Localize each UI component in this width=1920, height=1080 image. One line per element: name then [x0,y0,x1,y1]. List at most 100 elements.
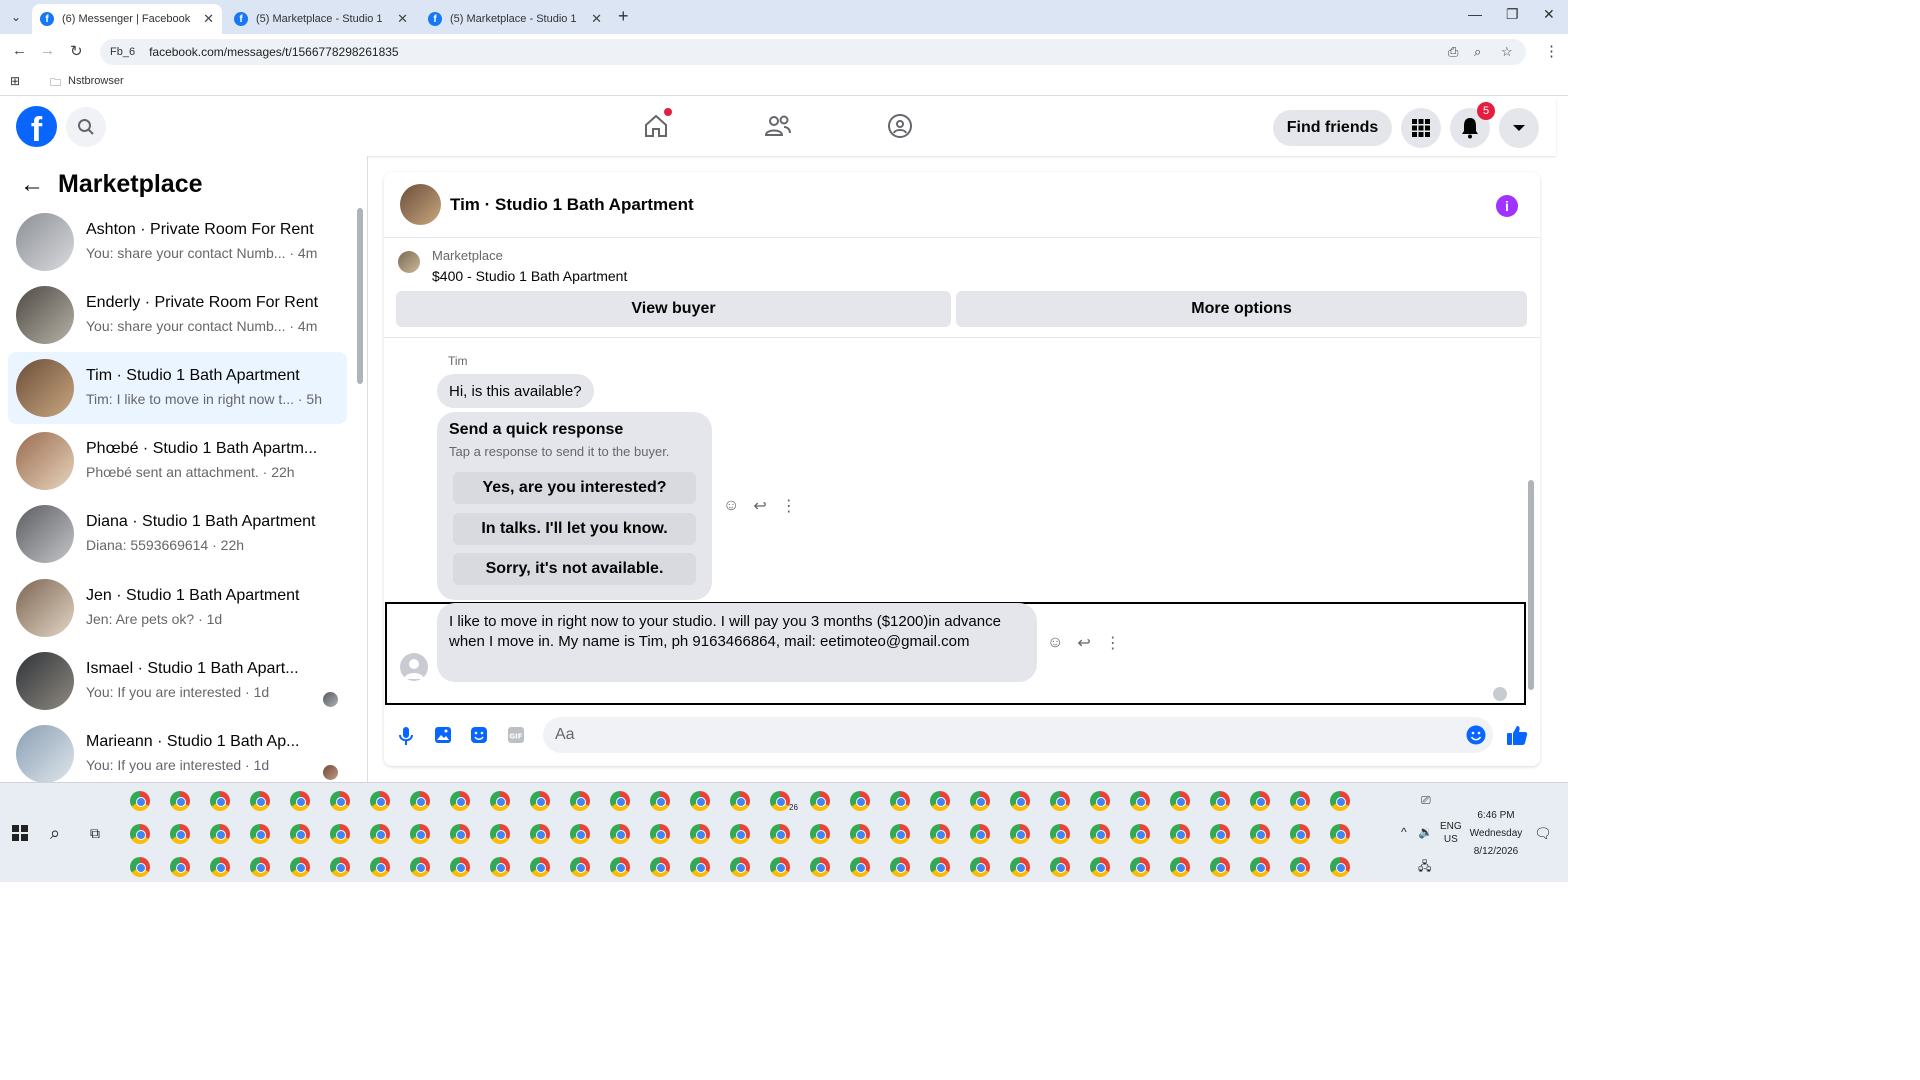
taskbar-app-icon[interactable] [1010,791,1030,811]
taskbar-app-icon[interactable] [970,824,990,844]
taskbar-app-icon[interactable] [1050,857,1070,877]
taskbar-app-icon[interactable] [650,791,670,811]
reply-icon[interactable]: ↩ [753,496,766,516]
taskbar-app-icon[interactable] [690,824,710,844]
react-icon[interactable]: ☺ [723,497,739,515]
taskbar-app-icon[interactable] [1050,791,1070,811]
taskbar-app-icon[interactable] [1170,824,1190,844]
chat-avatar[interactable] [400,184,441,225]
taskbar-app-icon[interactable] [1010,824,1030,844]
conversation-item-tim[interactable]: Tim · Studio 1 Bath Apartment Tim: I lik… [8,352,347,424]
taskbar-app-icon[interactable] [1290,791,1310,811]
conversation-item-marieann[interactable]: Marieann · Studio 1 Bath Ap... You: If y… [8,718,347,790]
taskbar-app-icon[interactable] [370,824,390,844]
taskbar-app-icon[interactable] [970,857,990,877]
taskbar-app-icon[interactable] [1170,857,1190,877]
taskbar-app-icon[interactable] [210,824,230,844]
reload-icon[interactable]: ↻ [70,42,83,60]
restore-button[interactable]: ❐ [1506,6,1519,23]
taskbar-app-icon[interactable] [1090,791,1110,811]
apps-grid-icon[interactable]: ⊞ [10,74,20,88]
close-tab-icon[interactable]: ✕ [591,11,602,27]
taskbar-app-icon[interactable] [730,857,750,877]
react-icon[interactable]: ☺ [1047,634,1063,652]
taskbar-app-icon[interactable] [210,791,230,811]
chat-scrollbar[interactable] [1528,480,1534,690]
taskbar-app-icon[interactable] [570,824,590,844]
message-bubble[interactable]: Hi, is this available? [437,374,594,408]
taskbar-app-icon[interactable] [530,824,550,844]
taskbar-app-icon[interactable] [1210,791,1230,811]
menu-icon[interactable]: ⋮ [1544,42,1559,60]
taskbar-app-icon[interactable] [1290,824,1310,844]
bookmark-nstbrowser[interactable]: Nstbrowser [68,75,124,87]
taskbar-app-icon[interactable] [890,857,910,877]
taskbar-app-icon[interactable] [530,791,550,811]
conversation-item-jen[interactable]: Jen · Studio 1 Bath Apartment Jen: Are p… [8,572,347,644]
conversation-item-enderly[interactable]: Enderly · Private Room For Rent You: sha… [8,279,347,351]
taskbar-app-icon[interactable] [890,791,910,811]
taskbar-app-icon[interactable] [250,791,270,811]
notification-center-icon[interactable]: 🗨 [1534,825,1552,842]
taskbar-app-icon[interactable] [930,791,950,811]
forward-icon[interactable]: → [40,42,55,59]
taskbar-app-icon[interactable] [130,791,150,811]
taskbar-app-icon[interactable] [1130,824,1150,844]
photo-icon[interactable] [434,726,452,744]
taskbar-app-icon[interactable] [690,857,710,877]
taskbar-app-icon[interactable] [330,857,350,877]
system-clock[interactable]: 6:46 PM Wednesday 8/12/2026 [1468,807,1524,861]
taskbar-app-icon[interactable] [170,857,190,877]
task-view-icon[interactable]: ⧉ [90,825,100,842]
taskbar-app-icon[interactable] [490,791,510,811]
back-icon[interactable]: ← [12,42,27,59]
taskbar-app-icon[interactable] [1210,857,1230,877]
search-icon[interactable] [66,107,106,147]
taskbar-app-icon[interactable] [1090,857,1110,877]
taskbar-app-icon[interactable] [130,857,150,877]
conversation-item-ashton[interactable]: Ashton · Private Room For Rent You: shar… [8,206,347,278]
taskbar-app-icon[interactable] [410,824,430,844]
close-tab-icon[interactable]: ✕ [397,11,408,27]
taskbar-app-icon[interactable] [330,791,350,811]
taskbar-app-icon[interactable] [170,824,190,844]
taskbar-app-icon[interactable] [450,857,470,877]
taskbar-app-icon[interactable] [850,791,870,811]
taskbar-app-icon[interactable] [650,857,670,877]
taskbar-app-icon[interactable] [810,791,830,811]
install-icon[interactable]: ⎙ [1448,44,1458,60]
taskbar-app-icon[interactable] [850,857,870,877]
taskbar-app-icon[interactable] [970,791,990,811]
close-tab-icon[interactable]: ✕ [203,11,214,27]
taskbar-app-icon[interactable] [410,791,430,811]
taskbar-app-icon[interactable] [1010,857,1030,877]
taskbar-app-icon[interactable] [1130,791,1150,811]
taskbar-app-icon[interactable] [1330,857,1350,877]
url-text[interactable]: facebook.com/messages/t/1566778298261835 [149,45,399,59]
taskbar-app-icon[interactable] [810,857,830,877]
meet-now-icon[interactable]: ⎚ [1421,793,1431,808]
emoji-icon[interactable] [1466,725,1486,745]
taskbar-app-icon[interactable] [490,824,510,844]
taskbar-app-icon[interactable] [1250,857,1270,877]
view-buyer-button[interactable]: View buyer [396,291,951,327]
bookmark-star-icon[interactable]: ☆ [1501,44,1513,60]
more-options-button[interactable]: More options [956,291,1527,327]
chat-title[interactable]: Tim · Studio 1 Bath Apartment [450,195,694,215]
taskbar-search-icon[interactable]: ⌕ [50,823,60,844]
taskbar-app-icon[interactable] [490,857,510,877]
taskbar-app-icon[interactable] [650,824,670,844]
windows-start-icon[interactable] [12,825,28,841]
taskbar-app-icon[interactable] [890,824,910,844]
more-icon[interactable]: ⋮ [1105,633,1121,653]
zoom-icon[interactable]: ⌕ [1474,44,1481,60]
thumbs-up-icon[interactable] [1506,724,1528,746]
quick-response-sorry[interactable]: Sorry, it's not available. [453,553,696,585]
taskbar-app-icon[interactable] [570,857,590,877]
menu-grid-icon[interactable] [1401,108,1441,148]
network-icon[interactable]: 🖧 [1418,857,1431,878]
taskbar-app-icon[interactable] [290,824,310,844]
taskbar-app-icon[interactable] [730,791,750,811]
listing-title[interactable]: $400 - Studio 1 Bath Apartment [432,268,627,284]
close-window-button[interactable]: ✕ [1543,6,1555,23]
